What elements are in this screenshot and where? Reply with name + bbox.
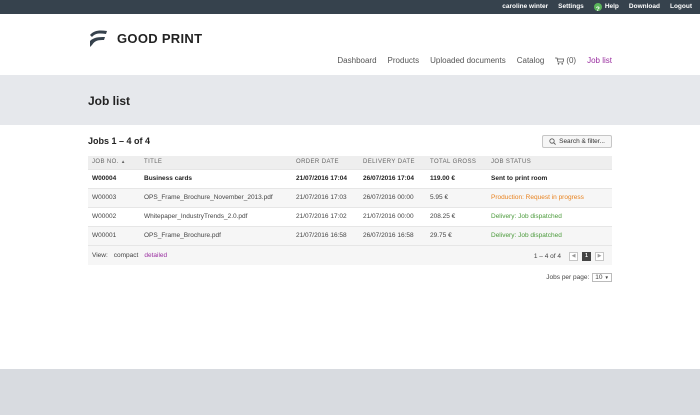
- per-page-select[interactable]: 10 ▼: [592, 273, 612, 282]
- settings-link[interactable]: Settings: [558, 0, 584, 14]
- total-gross: 5.95 €: [426, 187, 487, 207]
- order-date: 21/07/2016 17:04: [292, 168, 359, 188]
- order-date: 21/07/2016 17:02: [292, 206, 359, 226]
- job-title: OPS_Frame_Brochure.pdf: [140, 225, 292, 245]
- job-status: Delivery: Job dispatched: [487, 225, 612, 245]
- order-date: 21/07/2016 16:58: [292, 225, 359, 245]
- page-range: 1 – 4 of 4: [533, 252, 561, 260]
- search-icon: [549, 138, 557, 145]
- logout-link[interactable]: Logout: [670, 0, 692, 14]
- nav-cart[interactable]: (0): [555, 56, 576, 65]
- download-link[interactable]: Download: [629, 0, 660, 14]
- logo[interactable]: GOOD PRINT: [88, 28, 202, 48]
- job-title: Whitepaper_IndustryTrends_2.0.pdf: [140, 206, 292, 226]
- col-total-gross[interactable]: TOTAL GROSS: [426, 156, 487, 169]
- logo-icon: [90, 30, 107, 47]
- nav-dashboard[interactable]: Dashboard: [337, 56, 376, 65]
- job-no: W00003: [88, 187, 140, 207]
- cart-icon: [555, 57, 565, 65]
- col-job-no[interactable]: JOB NO. ▲: [88, 156, 140, 169]
- header: GOOD PRINT Dashboard Products Uploaded d…: [0, 14, 700, 75]
- per-page-label: Jobs per page:: [546, 274, 590, 281]
- total-gross: 208.25 €: [426, 206, 487, 226]
- delivery-date: 26/07/2016 17:04: [359, 168, 426, 188]
- help-label: Help: [604, 3, 619, 10]
- sort-asc-icon: ▲: [120, 159, 126, 165]
- delivery-date: 26/07/2016 00:00: [359, 187, 426, 207]
- col-job-status[interactable]: JOB STATUS: [487, 156, 612, 169]
- jobs-per-page: Jobs per page: 10 ▼: [546, 273, 612, 282]
- help-icon: ?: [593, 3, 602, 13]
- jobs-table: JOB NO. ▲ TITLE ORDER DATE DELIVERY DATE…: [88, 156, 612, 245]
- col-order-date[interactable]: ORDER DATE: [292, 156, 359, 169]
- table-row[interactable]: W00002 Whitepaper_IndustryTrends_2.0.pdf…: [88, 206, 612, 226]
- top-links: caroline winter Settings ? Help Download…: [502, 0, 692, 14]
- job-title: Business cards: [140, 168, 292, 188]
- table-row[interactable]: W00001 OPS_Frame_Brochure.pdf 21/07/2016…: [88, 225, 612, 245]
- user-name[interactable]: caroline winter: [502, 0, 548, 14]
- view-label: View:: [92, 252, 108, 259]
- view-switcher: View: compact detailed: [92, 246, 167, 266]
- top-bar: caroline winter Settings ? Help Download…: [0, 0, 700, 14]
- main-nav: Dashboard Products Uploaded documents Ca…: [337, 56, 612, 65]
- job-no: W00004: [88, 168, 140, 188]
- help-link[interactable]: ? Help: [593, 0, 619, 14]
- total-gross: 29.75 €: [426, 225, 487, 245]
- pagination: 1 – 4 of 4 ◀ 1 ▶: [534, 246, 604, 266]
- page-title: Job list: [88, 94, 131, 108]
- jobs-count-heading: Jobs 1 – 4 of 4: [88, 136, 151, 146]
- cart-count: (0): [566, 56, 577, 65]
- order-date: 21/07/2016 17:03: [292, 187, 359, 207]
- logo-text: GOOD PRINT: [117, 30, 203, 46]
- per-page-value: 10: [595, 274, 603, 281]
- job-no: W00002: [88, 206, 140, 226]
- nav-job-list[interactable]: Job list: [587, 56, 612, 65]
- prev-page-icon[interactable]: ◀: [569, 251, 578, 261]
- current-page-button[interactable]: 1: [582, 251, 591, 261]
- table-row[interactable]: W00004 Business cards 21/07/2016 17:04 2…: [88, 168, 612, 188]
- job-status: Sent to print room: [487, 168, 612, 188]
- total-gross: 119.00 €: [426, 168, 487, 188]
- col-title[interactable]: TITLE: [140, 156, 292, 169]
- page-footer: [0, 369, 700, 415]
- table-header-row: JOB NO. ▲ TITLE ORDER DATE DELIVERY DATE…: [88, 156, 612, 169]
- delivery-date: 26/07/2016 16:58: [359, 225, 426, 245]
- search-filter-label: Search & filter...: [559, 138, 605, 145]
- job-status: Delivery: Job dispatched: [487, 206, 612, 226]
- page-title-band: Job list: [0, 75, 700, 125]
- next-page-icon[interactable]: ▶: [595, 251, 604, 261]
- nav-catalog[interactable]: Catalog: [517, 56, 545, 65]
- job-status: Production: Request in progress: [487, 187, 612, 207]
- view-detailed-option[interactable]: detailed: [144, 246, 167, 266]
- table-footer: View: compact detailed 1 – 4 of 4 ◀ 1 ▶: [88, 245, 612, 265]
- chevron-down-icon: ▼: [604, 275, 609, 280]
- nav-uploaded-documents[interactable]: Uploaded documents: [430, 56, 506, 65]
- search-filter-button[interactable]: Search & filter...: [542, 135, 612, 148]
- delivery-date: 21/07/2016 00:00: [359, 206, 426, 226]
- view-compact-option[interactable]: compact: [114, 246, 139, 266]
- col-delivery-date[interactable]: DELIVERY DATE: [359, 156, 426, 169]
- job-no: W00001: [88, 225, 140, 245]
- nav-products[interactable]: Products: [388, 56, 420, 65]
- table-row[interactable]: W00003 OPS_Frame_Brochure_November_2013.…: [88, 187, 612, 207]
- job-title: OPS_Frame_Brochure_November_2013.pdf: [140, 187, 292, 207]
